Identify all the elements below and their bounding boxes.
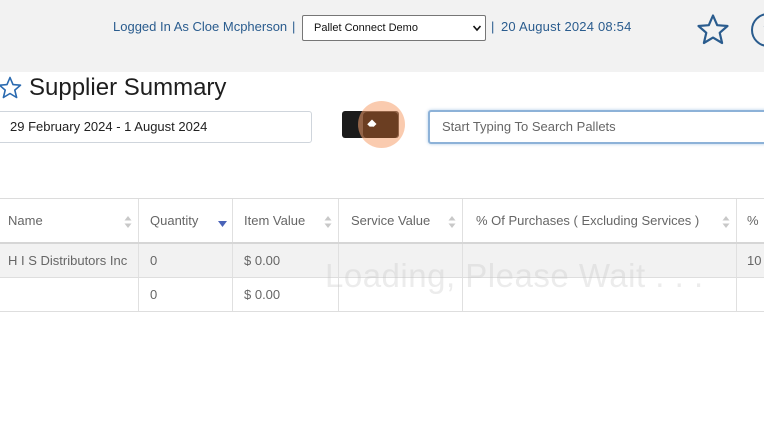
cell-name: H I S Distributors Inc [0, 244, 139, 277]
date-range-input[interactable]: 29 February 2024 - 1 August 2024 [0, 111, 312, 143]
current-datetime: 20 August 2024 08:54 [501, 19, 632, 34]
cell-item-value: $ 0.00 [233, 278, 339, 311]
cell-item-value: $ 0.00 [233, 244, 339, 277]
sort-icon [448, 216, 456, 228]
column-header-percent[interactable]: % [737, 199, 764, 242]
cell-name [0, 278, 139, 311]
chevron-down-icon [473, 25, 481, 32]
star-outline-icon[interactable] [696, 13, 730, 47]
top-bar: Logged In As Cloe Mcpherson | Pallet Con… [0, 0, 764, 72]
page-title: Supplier Summary [29, 74, 227, 101]
cell-percent: 10 [747, 253, 762, 268]
cell-quantity: 0 [139, 278, 233, 311]
column-header-item-value[interactable]: Item Value [233, 199, 339, 242]
star-outline-icon[interactable] [0, 76, 22, 100]
column-header-quantity[interactable]: Quantity [139, 199, 233, 242]
sort-icon [124, 216, 132, 228]
sort-icon [324, 216, 332, 228]
page: Logged In As Cloe Mcpherson | Pallet Con… [0, 0, 764, 426]
eraser-icon [366, 119, 377, 128]
cell-quantity: 0 [139, 244, 233, 277]
column-header-service-value[interactable]: Service Value [339, 199, 463, 242]
loading-overlay-text: Loading, Please Wait . . . [325, 257, 704, 294]
search-input[interactable]: Start Typing To Search Pallets [428, 110, 764, 144]
help-circle-icon[interactable]: ? [751, 13, 764, 47]
separator: | [491, 19, 495, 34]
separator: | [292, 19, 296, 34]
site-select[interactable]: Pallet Connect Demo [302, 15, 486, 41]
logged-in-user-text: Logged In As Cloe Mcpherson [113, 19, 288, 34]
cell-percent [737, 278, 764, 311]
site-select-value: Pallet Connect Demo [314, 22, 418, 34]
sort-descending-icon [218, 221, 227, 227]
sort-icon [722, 216, 730, 228]
table-header: Name Quantity Item Value Service Value %… [0, 198, 764, 244]
column-header-name[interactable]: Name [0, 199, 139, 242]
column-header-percent-purchases[interactable]: % Of Purchases ( Excluding Services ) [463, 199, 737, 242]
